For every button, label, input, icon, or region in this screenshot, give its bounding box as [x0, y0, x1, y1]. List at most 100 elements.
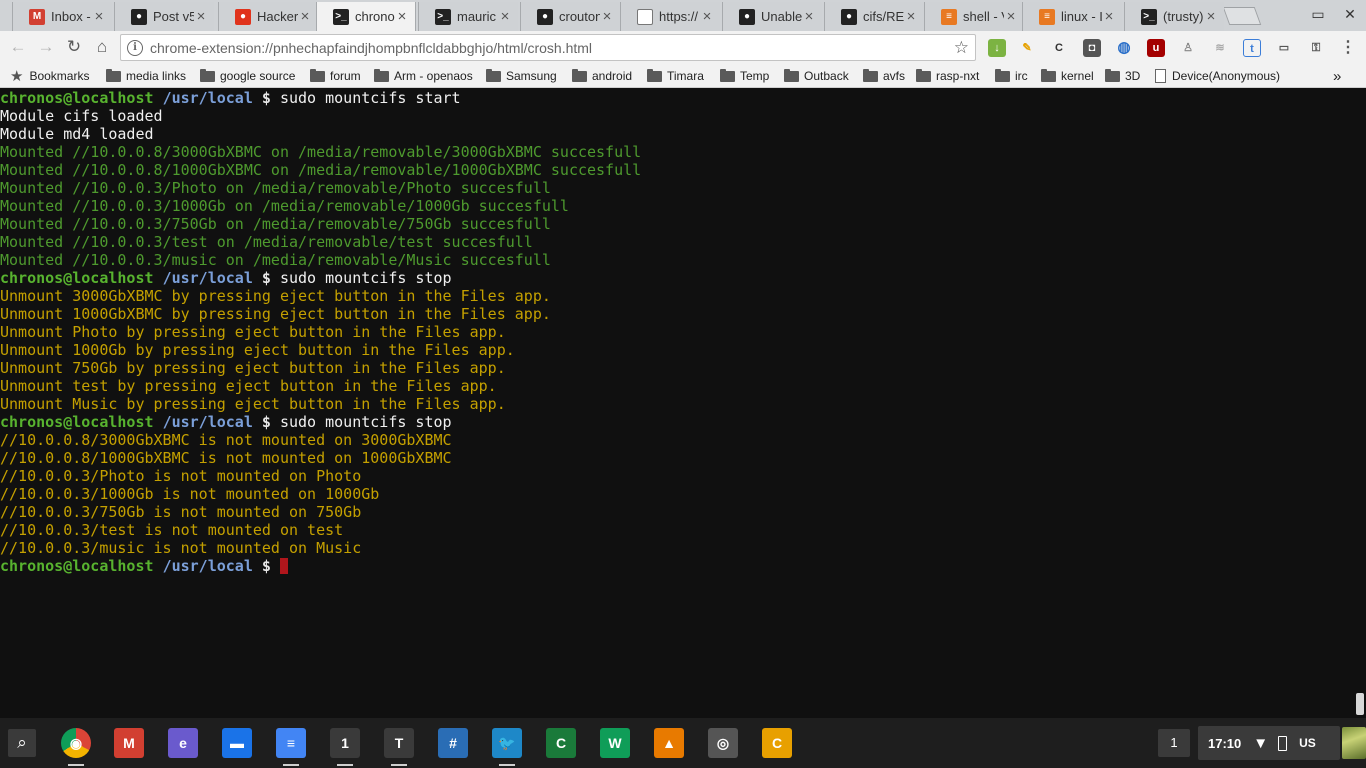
- window-t-icon[interactable]: T: [384, 728, 414, 758]
- star-icon: ★: [10, 68, 24, 85]
- tab-close-icon[interactable]: ×: [1004, 9, 1018, 24]
- bookmark-folder[interactable]: Samsung: [486, 67, 557, 85]
- bookmark-folder[interactable]: media links: [106, 67, 186, 85]
- extension-translate-icon[interactable]: t: [1243, 39, 1261, 57]
- system-tray[interactable]: 17:10 ▼ US: [1198, 726, 1340, 760]
- files-icon[interactable]: ▬: [222, 728, 252, 758]
- tab-11[interactable]: ≡ linux - I ×: [1022, 2, 1122, 31]
- terminal-cursor[interactable]: [279, 558, 288, 574]
- tab-close-icon[interactable]: ×: [904, 9, 918, 24]
- docs-icon[interactable]: ≡: [276, 728, 306, 758]
- tab-close-icon[interactable]: ×: [395, 9, 409, 24]
- bookmark-folder[interactable]: Arm - openaos: [374, 67, 473, 85]
- tab-10[interactable]: ≡ shell - V×: [924, 2, 1024, 31]
- rss-icon[interactable]: ≋: [1211, 39, 1229, 57]
- extension-crosh-icon[interactable]: C: [1050, 39, 1068, 57]
- bookmark-folder-label: android: [592, 69, 633, 83]
- extension-key-icon[interactable]: ⚿: [1307, 39, 1325, 57]
- home-button[interactable]: ⌂: [92, 37, 112, 57]
- bookmarks-overflow-button[interactable]: »: [1333, 67, 1341, 85]
- output-line: //10.0.0.8/3000GbXBMC is not mounted on …: [0, 431, 452, 449]
- tab-close-icon[interactable]: ×: [600, 9, 614, 24]
- bookmark-page-label: Device(Anonymous): [1172, 69, 1281, 83]
- terminal-icon: >_: [333, 8, 349, 25]
- ublock-icon[interactable]: u: [1147, 39, 1165, 57]
- bookmark-folder[interactable]: Timara: [647, 67, 704, 85]
- hashtag-app-icon[interactable]: #: [438, 728, 468, 758]
- chrome-icon[interactable]: ◉: [61, 728, 91, 758]
- tab-close-icon[interactable]: ×: [700, 9, 714, 24]
- new-tab-button[interactable]: [1222, 7, 1262, 25]
- running-indicator: [499, 764, 515, 766]
- bookmark-page[interactable]: Device(Anonymous): [1155, 67, 1280, 85]
- tab-6[interactable]: ● crouton ×: [520, 2, 620, 31]
- bookmark-folder[interactable]: irc: [995, 67, 1028, 85]
- extension-download-icon[interactable]: ↓: [988, 39, 1006, 57]
- tab-3[interactable]: ● Hacker ×: [218, 2, 318, 31]
- command-text: sudo mountcifs stop: [279, 413, 452, 431]
- output-line: Module cifs loaded: [0, 107, 163, 125]
- extension-globe-icon[interactable]: ◍: [1115, 39, 1133, 57]
- battery-icon: [1278, 735, 1288, 751]
- tab-close-icon[interactable]: ×: [1204, 9, 1218, 24]
- launcher-search-icon[interactable]: ⌕: [8, 729, 36, 757]
- tab-close-icon[interactable]: ×: [92, 9, 106, 24]
- forward-button[interactable]: →: [36, 37, 56, 57]
- bookmark-folder[interactable]: android: [572, 67, 632, 85]
- folder-icon: [1041, 68, 1056, 82]
- camera-icon[interactable]: ◎: [708, 728, 738, 758]
- tab-4[interactable]: >_ chrono ×: [316, 2, 416, 31]
- bookmark-folder[interactable]: Temp: [720, 67, 769, 85]
- tab-close-icon[interactable]: ×: [802, 9, 816, 24]
- ssh-app-icon[interactable]: e: [168, 728, 198, 758]
- site-info-icon[interactable]: i: [127, 39, 143, 56]
- window-1-icon[interactable]: 1: [330, 728, 360, 758]
- bookmark-folder[interactable]: kernel: [1041, 67, 1094, 85]
- tab-2[interactable]: ● Post v5 ×: [114, 2, 214, 31]
- tab-close-icon[interactable]: ×: [298, 9, 312, 24]
- gmail-icon[interactable]: M: [114, 728, 144, 758]
- extension-person-icon[interactable]: ♙: [1179, 39, 1197, 57]
- tab-close-icon[interactable]: ×: [498, 9, 512, 24]
- minimize-button[interactable]: ▭: [1310, 6, 1326, 23]
- tab-1[interactable]: M Inbox - ×: [12, 2, 112, 31]
- reload-button[interactable]: ↻: [64, 37, 84, 57]
- vlc-icon[interactable]: ▲: [654, 728, 684, 758]
- crosh-green-icon[interactable]: C: [546, 728, 576, 758]
- cast-icon[interactable]: ▭: [1275, 39, 1293, 57]
- sheets-icon[interactable]: W: [600, 728, 630, 758]
- prompt-user: chronos@localhost: [0, 89, 154, 107]
- tab-12[interactable]: >_ (trusty) ×: [1124, 2, 1224, 31]
- bookmark-star-icon[interactable]: ☆: [954, 38, 969, 58]
- tab-title: shell - V: [963, 9, 1004, 24]
- address-url[interactable]: chrome-extension://pnhechapfaindjhompbnf…: [150, 40, 592, 56]
- tab-title: Post v5: [153, 9, 194, 24]
- folder-icon: [995, 68, 1010, 82]
- tab-9[interactable]: ● cifs/RE ×: [824, 2, 924, 31]
- extension-pen-icon[interactable]: ✎: [1018, 39, 1036, 57]
- tab-8[interactable]: ● Unable ×: [722, 2, 822, 31]
- menu-icon[interactable]: ⋮: [1339, 39, 1357, 57]
- back-button[interactable]: ←: [8, 37, 28, 57]
- bird-app-icon[interactable]: 🐦: [492, 728, 522, 758]
- tab-7[interactable]: https://×: [620, 2, 720, 31]
- address-bar[interactable]: i chrome-extension://pnhechapfaindjhompb…: [120, 34, 976, 61]
- tab-5[interactable]: >_ mauric ×: [418, 2, 518, 31]
- bookmark-folder[interactable]: avfs: [863, 67, 905, 85]
- window-count-badge[interactable]: 1: [1158, 729, 1190, 757]
- tab-close-icon[interactable]: ×: [194, 9, 208, 24]
- bookmark-folder[interactable]: forum: [310, 67, 361, 85]
- bookmarks-menu[interactable]: ★ Bookmarks: [10, 67, 89, 85]
- close-window-button[interactable]: ✕: [1342, 6, 1358, 23]
- crosh-terminal[interactable]: chronos@localhost /usr/local $ sudo moun…: [0, 89, 1366, 718]
- bookmark-folder[interactable]: 3D: [1105, 67, 1140, 85]
- bookmark-folder[interactable]: rasp-nxt: [916, 67, 979, 85]
- bookmark-folder[interactable]: Outback: [784, 67, 849, 85]
- bookmark-folder[interactable]: google source: [200, 67, 295, 85]
- output-line: Unmount 1000Gb by pressing eject button …: [0, 341, 515, 359]
- caret-editor-icon[interactable]: C: [762, 728, 792, 758]
- terminal-scrollbar[interactable]: [1356, 693, 1364, 715]
- extension-camera-icon[interactable]: ◘: [1083, 39, 1101, 57]
- tab-close-icon[interactable]: ×: [1102, 9, 1116, 24]
- user-avatar[interactable]: [1342, 727, 1366, 759]
